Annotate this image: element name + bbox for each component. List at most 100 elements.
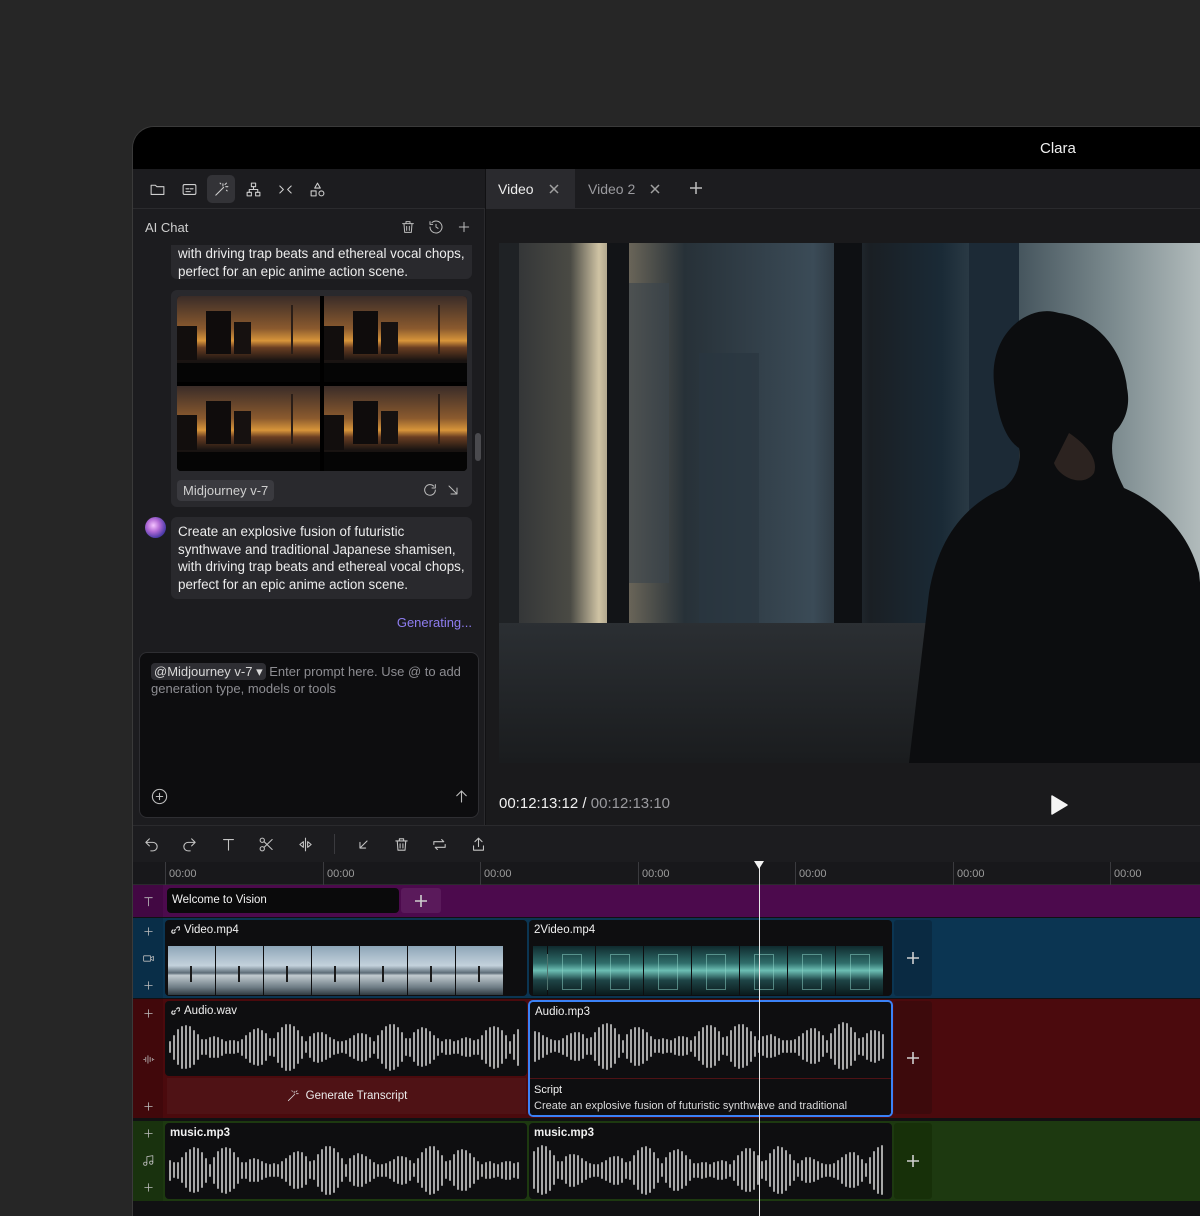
tab-video-2[interactable]: Video 2 <box>576 169 676 209</box>
model-mention[interactable]: @Midjourney v-7 ▾ <box>151 663 266 680</box>
trim-icon[interactable] <box>353 834 373 854</box>
model-tag: Midjourney v-7 <box>177 480 275 501</box>
clip-frame <box>312 946 359 995</box>
playhead-handle[interactable] <box>754 861 764 869</box>
add-icon[interactable] <box>140 977 156 993</box>
video-preview[interactable] <box>499 243 1200 763</box>
music-clip[interactable]: music.mp3 <box>165 1123 527 1199</box>
history-icon[interactable] <box>426 217 446 237</box>
close-icon[interactable] <box>547 182 561 196</box>
clip-name: music.mp3 <box>170 1127 231 1139</box>
chat-messages[interactable]: with driving trap beats and ethereal voc… <box>133 245 485 648</box>
insert-icon[interactable] <box>445 482 463 500</box>
text-clip[interactable]: Welcome to Vision <box>167 888 399 913</box>
prompt-box[interactable]: @Midjourney v-7 ▾ Enter prompt here. Use… <box>139 652 479 818</box>
waveform <box>533 1145 887 1195</box>
close-icon[interactable] <box>648 182 662 196</box>
generated-image[interactable] <box>177 296 320 382</box>
split-icon[interactable] <box>295 834 315 854</box>
text-icon[interactable] <box>218 834 238 854</box>
clip-title: music.mp3 <box>170 1127 230 1139</box>
clip-frame <box>692 946 739 995</box>
shapes-icon[interactable] <box>303 175 331 203</box>
add-video-button[interactable] <box>894 920 932 996</box>
current-time: 00:12:13:12 <box>499 795 579 812</box>
undo-icon[interactable] <box>141 834 161 854</box>
regenerate-icon[interactable] <box>422 482 440 500</box>
collapse-icon[interactable] <box>271 175 299 203</box>
loop-icon[interactable] <box>429 834 449 854</box>
building-reflection <box>699 353 759 633</box>
add-music-button[interactable] <box>894 1123 932 1199</box>
send-icon[interactable] <box>450 785 472 807</box>
play-button[interactable] <box>1049 794 1069 816</box>
new-chat-icon[interactable] <box>454 217 474 237</box>
clip-title: 2Video.mp4 <box>534 924 595 936</box>
plus-icon <box>907 1051 919 1064</box>
plus-icon <box>907 952 919 964</box>
add-icon[interactable] <box>140 1125 156 1141</box>
trash-icon[interactable] <box>398 217 418 237</box>
ruler-tick <box>165 862 166 885</box>
audio-clip-selected[interactable]: Audio.mp3 Script Create an explosive fus… <box>528 1000 893 1117</box>
generate-transcript-button[interactable]: Generate Transcript <box>167 1078 526 1114</box>
script-box[interactable]: Script Create an explosive fusion of fut… <box>530 1078 891 1115</box>
add-icon[interactable] <box>140 1179 156 1195</box>
ruler-label: 00:00 <box>642 868 670 880</box>
add-tab-icon[interactable] <box>688 180 706 198</box>
image-result-card[interactable]: Midjourney v-7 <box>171 290 472 507</box>
ruler-tick <box>323 862 324 885</box>
generated-image[interactable] <box>324 296 467 382</box>
timecode: 00:12:13:12 / 00:12:13:10 <box>499 795 670 812</box>
left-toolbar <box>133 169 485 209</box>
waveform <box>169 1145 523 1195</box>
plus-icon <box>907 1155 919 1167</box>
add-icon[interactable] <box>140 923 156 939</box>
chat-scrollbar[interactable] <box>475 433 481 461</box>
clip-name: Video.mp4 <box>184 924 239 936</box>
generated-image[interactable] <box>177 385 320 471</box>
timeline-ruler[interactable]: 00:00 00:00 00:00 00:00 00:00 00:00 00:0… <box>133 862 1200 885</box>
add-audio-button[interactable] <box>894 1001 932 1114</box>
video-clip[interactable]: Video.mp4 <box>165 920 527 996</box>
track-gutter <box>133 918 163 998</box>
tab-video[interactable]: Video <box>486 169 575 209</box>
clip-name: Audio.wav <box>184 1005 238 1017</box>
waveform-icon <box>140 1051 156 1067</box>
prompt-input[interactable]: @Midjourney v-7 ▾ Enter prompt here. Use… <box>151 663 471 697</box>
playhead[interactable] <box>759 862 760 1216</box>
redo-icon[interactable] <box>179 834 199 854</box>
export-icon[interactable] <box>468 834 488 854</box>
add-attachment-icon[interactable] <box>148 785 170 807</box>
folder-icon[interactable] <box>143 175 171 203</box>
delete-icon[interactable] <box>391 834 411 854</box>
generating-status: Generating... <box>396 615 472 630</box>
app-window: Clara AI Chat with driving trap beats an… <box>132 126 1200 1216</box>
add-text-button[interactable] <box>401 888 441 913</box>
clip-frame <box>456 946 503 995</box>
add-icon[interactable] <box>140 1005 156 1021</box>
clip-frame <box>836 946 883 995</box>
scissors-icon[interactable] <box>256 834 276 854</box>
music-clip[interactable]: music.mp3 <box>529 1123 892 1199</box>
clip-frame <box>533 946 567 995</box>
editor-toolbar <box>133 825 1200 862</box>
audio-clip[interactable]: Audio.wav <box>165 1001 527 1076</box>
tab-label: Video 2 <box>588 181 636 197</box>
image-grid[interactable] <box>177 296 467 471</box>
clip-title: Audio.wav <box>170 1005 237 1017</box>
tab-bar: Video Video 2 <box>486 169 1200 209</box>
clip-name: music.mp3 <box>534 1127 595 1139</box>
magic-wand-icon[interactable] <box>207 175 235 203</box>
add-icon[interactable] <box>140 1098 156 1114</box>
waveform <box>169 1023 523 1071</box>
ruler-label: 00:00 <box>1114 868 1142 880</box>
hierarchy-icon[interactable] <box>239 175 267 203</box>
video-clip[interactable]: 2Video.mp4 <box>529 920 892 996</box>
generate-transcript-label: Generate Transcript <box>305 1090 408 1102</box>
avatar <box>145 517 166 538</box>
clip-frame <box>548 946 595 995</box>
track-gutter <box>133 1121 163 1201</box>
generated-image[interactable] <box>324 385 467 471</box>
captions-icon[interactable] <box>175 175 203 203</box>
